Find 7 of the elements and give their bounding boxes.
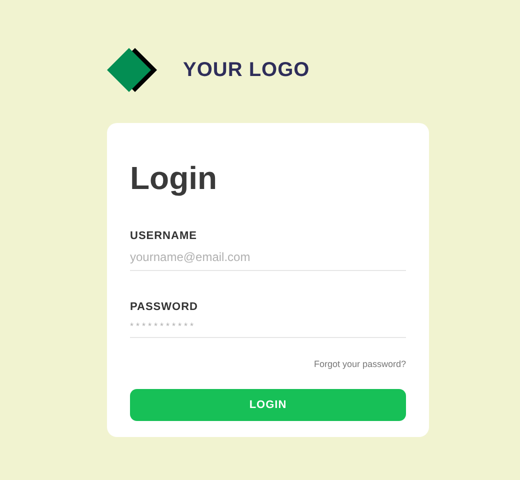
diamond-logo-icon — [107, 48, 159, 92]
field-label: USERNAME — [130, 230, 198, 242]
login-title: Login — [130, 159, 218, 197]
field-label: PASSWORD — [130, 301, 199, 313]
forgot-password-link[interactable]: Forgot your password? — [314, 359, 406, 369]
logo-text: YOUR LOGO — [183, 58, 310, 82]
login-button[interactable]: LOGIN — [130, 389, 406, 421]
